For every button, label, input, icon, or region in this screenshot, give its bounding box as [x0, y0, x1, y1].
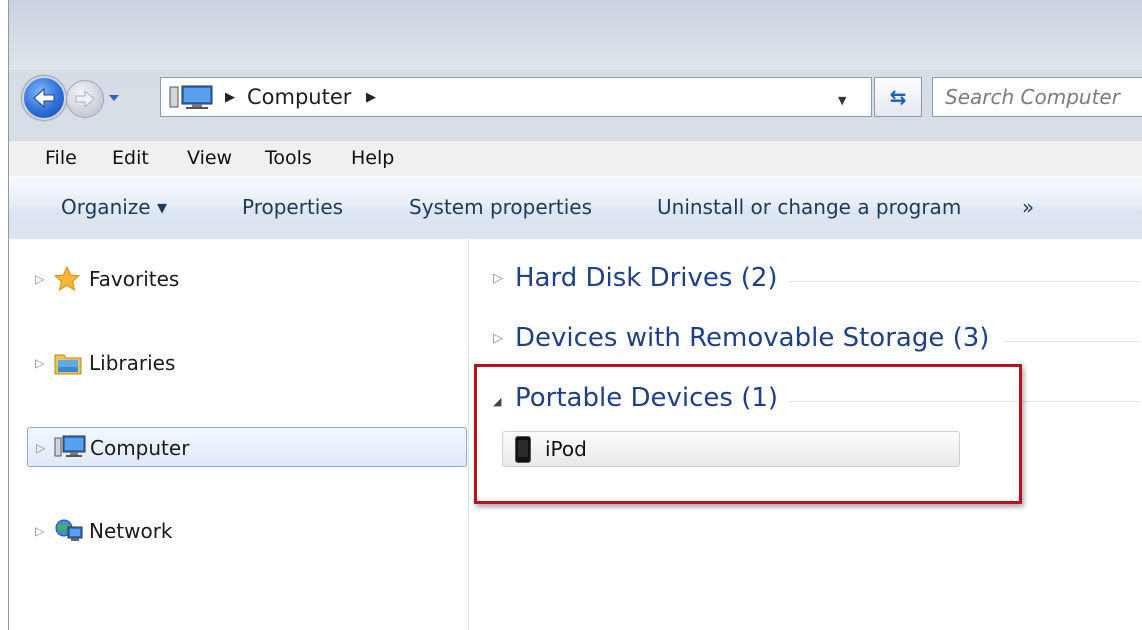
- menu-tools[interactable]: Tools: [265, 147, 312, 169]
- group-removable-storage[interactable]: ▷ Devices with Removable Storage (3): [489, 319, 1139, 359]
- search-box[interactable]: [932, 77, 1142, 117]
- system-properties-button[interactable]: System properties: [409, 195, 592, 219]
- address-bar[interactable]: ▶ Computer ▶: [160, 77, 872, 117]
- search-input[interactable]: [943, 78, 1142, 116]
- nav-item-libraries[interactable]: ▷ Libraries: [27, 343, 467, 383]
- group-divider: [789, 281, 1139, 282]
- recent-pages-dropdown-icon[interactable]: [108, 93, 120, 103]
- menu-view[interactable]: View: [187, 147, 232, 169]
- nav-item-favorites[interactable]: ▷ Favorites: [27, 259, 467, 299]
- menu-edit[interactable]: Edit: [112, 147, 149, 169]
- command-bar: Organize ▾ Properties System properties …: [9, 176, 1142, 240]
- nav-item-computer[interactable]: ▷ Computer: [27, 427, 467, 467]
- properties-button[interactable]: Properties: [242, 195, 343, 219]
- title-bar: [9, 0, 1142, 70]
- nav-label-libraries: Libraries: [89, 351, 176, 375]
- more-commands-button[interactable]: »: [1022, 195, 1034, 219]
- expand-arrow-icon[interactable]: ▷: [493, 331, 503, 346]
- highlight-annotation-box: [474, 364, 1022, 504]
- menu-help[interactable]: Help: [351, 147, 394, 169]
- expand-arrow-icon[interactable]: ▷: [35, 272, 44, 286]
- menu-bar: File Edit View Tools Help: [9, 140, 1142, 177]
- forward-button[interactable]: [66, 80, 104, 118]
- uninstall-program-button[interactable]: Uninstall or change a program: [657, 195, 961, 219]
- nav-label-favorites: Favorites: [89, 267, 180, 291]
- expand-arrow-icon[interactable]: ▷: [35, 356, 44, 370]
- computer-icon: [169, 85, 213, 109]
- group-hard-disk-drives[interactable]: ▷ Hard Disk Drives (2): [489, 259, 1139, 299]
- navigation-pane: ▷ Favorites ▷ Libraries ▷ Computer ▷ Net…: [9, 239, 469, 630]
- nav-label-network: Network: [89, 519, 173, 543]
- breadcrumb-computer[interactable]: Computer: [247, 85, 351, 109]
- group-title-hard-disk-drives: Hard Disk Drives (2): [515, 263, 778, 293]
- back-button[interactable]: [22, 76, 66, 120]
- expand-arrow-icon[interactable]: ▷: [35, 524, 44, 538]
- address-dropdown-icon[interactable]: ▼: [838, 94, 846, 107]
- nav-label-computer: Computer: [90, 436, 190, 460]
- expand-arrow-icon[interactable]: ▷: [493, 271, 503, 286]
- breadcrumb-separator[interactable]: ▶: [225, 90, 235, 105]
- computer-icon: [54, 435, 86, 457]
- star-icon: [53, 265, 81, 292]
- organize-button[interactable]: Organize ▾: [61, 195, 167, 219]
- nav-item-network[interactable]: ▷ Network: [27, 511, 467, 551]
- expand-arrow-icon[interactable]: ▷: [36, 441, 45, 455]
- menu-file[interactable]: File: [45, 147, 77, 169]
- refresh-icon: ⇆: [889, 85, 907, 109]
- forward-arrow-icon: [75, 90, 95, 108]
- group-title-removable-storage: Devices with Removable Storage (3): [515, 323, 990, 353]
- network-icon: [55, 519, 83, 541]
- libraries-folder-icon: [54, 354, 82, 375]
- group-divider: [1004, 341, 1139, 342]
- breadcrumb-separator[interactable]: ▶: [366, 90, 376, 105]
- refresh-button[interactable]: ⇆: [874, 77, 922, 117]
- back-arrow-icon: [33, 87, 55, 109]
